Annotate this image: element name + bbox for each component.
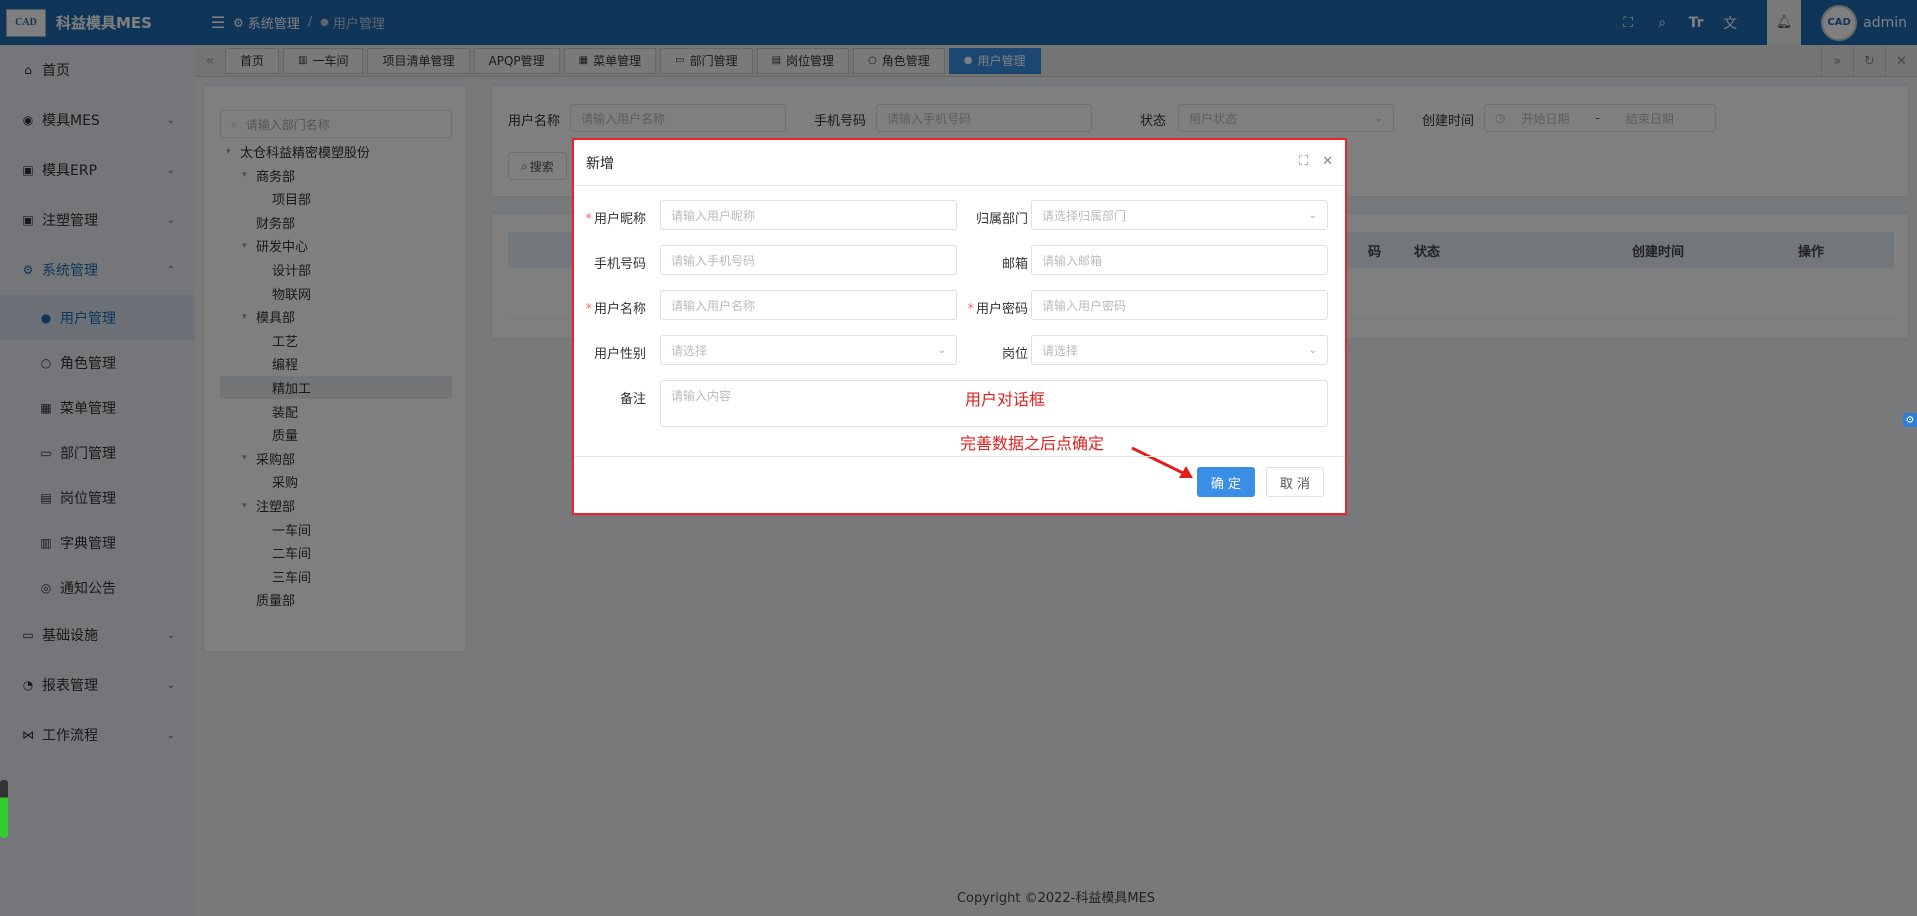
placeholder: 请选择归属部门 bbox=[1042, 208, 1127, 223]
add-user-dialog: 新增 ⛶ ✕ * 用户昵称 请输入用户昵称 归属部门 请选择归属部门 ⌄ 手机号码… bbox=[572, 138, 1347, 515]
confirm-button[interactable]: 确 定 bbox=[1197, 467, 1255, 497]
dept-label: 归属部门 bbox=[975, 212, 1028, 227]
chevron-down-icon: ⌄ bbox=[1308, 209, 1317, 221]
annotation-dialog: 用户对话框 bbox=[965, 390, 1046, 409]
email-label: 邮箱 bbox=[1001, 257, 1028, 272]
close-icon[interactable]: ✕ bbox=[1322, 154, 1333, 169]
remark-label: 备注 bbox=[619, 392, 646, 407]
scroll-indicator bbox=[0, 780, 8, 838]
nickname-input[interactable]: 请输入用户昵称 bbox=[660, 200, 957, 230]
email-input[interactable]: 请输入邮箱 bbox=[1031, 245, 1328, 275]
password-label: * 用户密码 bbox=[967, 302, 1028, 317]
username-label: * 用户名称 bbox=[585, 302, 646, 317]
post-select[interactable]: 请选择 ⌄ bbox=[1031, 335, 1328, 365]
placeholder: 请输入内容 bbox=[671, 389, 732, 403]
post-label: 岗位 bbox=[1001, 347, 1028, 362]
settings-gear-icon[interactable]: ⚙ bbox=[1903, 413, 1917, 427]
placeholder: 请输入用户密码 bbox=[1042, 298, 1127, 313]
phone-label: 手机号码 bbox=[593, 257, 646, 272]
placeholder: 请输入用户昵称 bbox=[671, 208, 756, 223]
chevron-down-icon: ⌄ bbox=[937, 344, 946, 356]
gender-label: 用户性别 bbox=[593, 347, 646, 362]
dialog-body: * 用户昵称 请输入用户昵称 归属部门 请选择归属部门 ⌄ 手机号码 请输入手机号… bbox=[574, 186, 1345, 478]
placeholder: 请输入手机号码 bbox=[671, 253, 756, 268]
username-input[interactable]: 请输入用户名称 bbox=[660, 290, 957, 320]
phone-input[interactable]: 请输入手机号码 bbox=[660, 245, 957, 275]
maximize-icon[interactable]: ⛶ bbox=[1299, 154, 1308, 169]
dialog-footer: 确 定 取 消 bbox=[574, 456, 1345, 513]
dept-select[interactable]: 请选择归属部门 ⌄ bbox=[1031, 200, 1328, 230]
chevron-down-icon: ⌄ bbox=[1308, 344, 1317, 356]
password-input[interactable]: 请输入用户密码 bbox=[1031, 290, 1328, 320]
placeholder: 请选择 bbox=[671, 343, 708, 358]
dialog-header: 新增 ⛶ ✕ bbox=[574, 140, 1345, 186]
gender-select[interactable]: 请选择 ⌄ bbox=[660, 335, 957, 365]
placeholder: 请输入用户名称 bbox=[671, 298, 756, 313]
cancel-button[interactable]: 取 消 bbox=[1266, 467, 1324, 497]
placeholder: 请输入邮箱 bbox=[1042, 253, 1103, 268]
annotation-confirm: 完善数据之后点确定 bbox=[960, 434, 1105, 453]
placeholder: 请选择 bbox=[1042, 343, 1079, 358]
dialog-title: 新增 bbox=[586, 155, 614, 172]
nickname-label: * 用户昵称 bbox=[585, 212, 646, 227]
